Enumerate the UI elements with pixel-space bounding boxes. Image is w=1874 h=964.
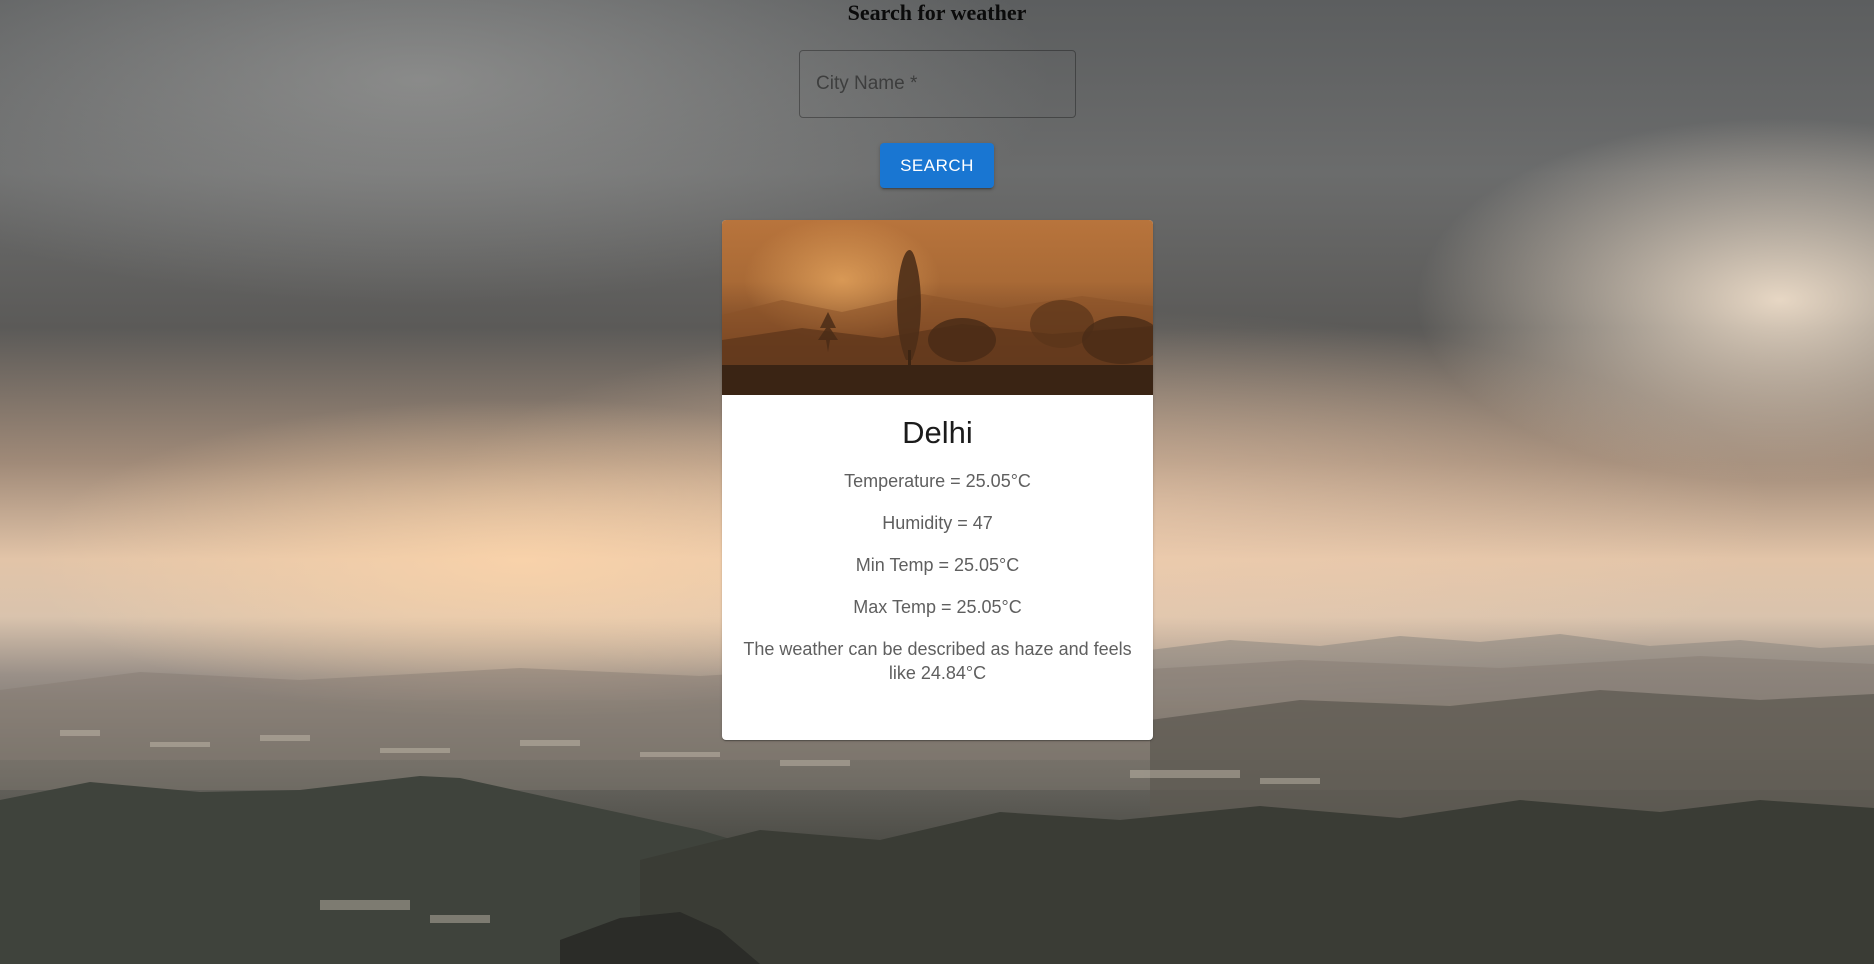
weather-description: The weather can be described as haze and…	[743, 639, 1132, 683]
weather-card: Delhi Temperature = 25.05°C Humidity = 4…	[722, 220, 1153, 740]
max-temp-text: Max Temp = 25.05°C	[853, 597, 1022, 617]
page-title: Search for weather	[847, 0, 1027, 25]
humidity-text: Humidity = 47	[882, 513, 993, 533]
city-name-field[interactable]: City Name *	[799, 50, 1076, 118]
temperature-text: Temperature = 25.05°C	[844, 471, 1031, 491]
min-temp-text: Min Temp = 25.05°C	[855, 555, 1020, 575]
weather-card-content: Delhi Temperature = 25.05°C Humidity = 4…	[722, 395, 1153, 685]
search-button[interactable]: SEARCH	[880, 143, 994, 188]
city-name: Delhi	[902, 415, 973, 450]
weather-card-image	[722, 220, 1153, 395]
city-name-input[interactable]	[800, 51, 1075, 117]
